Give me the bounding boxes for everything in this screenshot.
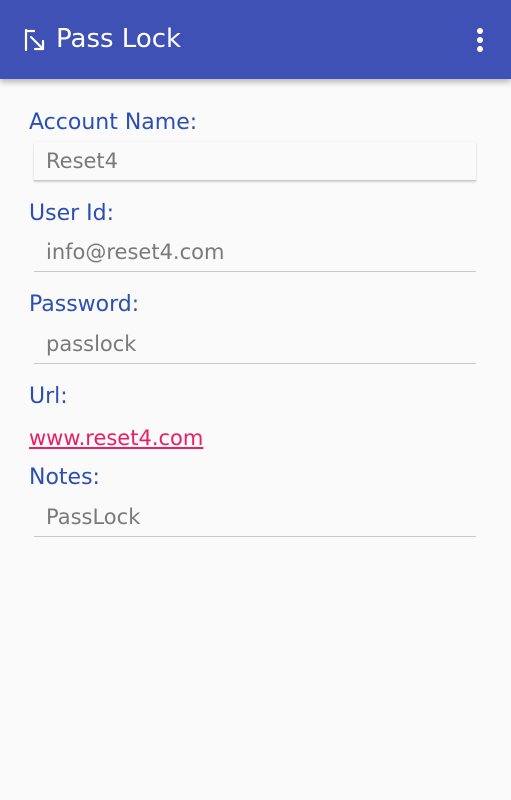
notes-label: Notes: <box>29 465 100 490</box>
password-field[interactable]: passlock <box>34 325 476 364</box>
password-value: passlock <box>46 332 137 356</box>
notes-value: PassLock <box>46 505 141 529</box>
account-name-label: Account Name: <box>29 110 198 135</box>
password-label: Password: <box>29 292 140 317</box>
account-details: Account Name: Reset4 User Id: info@reset… <box>0 79 511 800</box>
user-id-label: User Id: <box>29 201 115 226</box>
user-id-value: info@reset4.com <box>46 240 225 264</box>
url-label: Url: <box>29 384 68 409</box>
notes-field[interactable]: PassLock <box>34 498 476 537</box>
account-name-value: Reset4 <box>46 149 119 173</box>
url-link[interactable]: www.reset4.com <box>29 423 203 453</box>
app-toolbar: Pass Lock <box>0 0 511 79</box>
account-name-field[interactable]: Reset4 <box>34 142 476 181</box>
back-arrow-icon[interactable] <box>22 28 46 52</box>
more-vert-icon[interactable] <box>468 24 492 56</box>
app-title: Pass Lock <box>56 24 182 54</box>
user-id-field[interactable]: info@reset4.com <box>34 233 476 272</box>
